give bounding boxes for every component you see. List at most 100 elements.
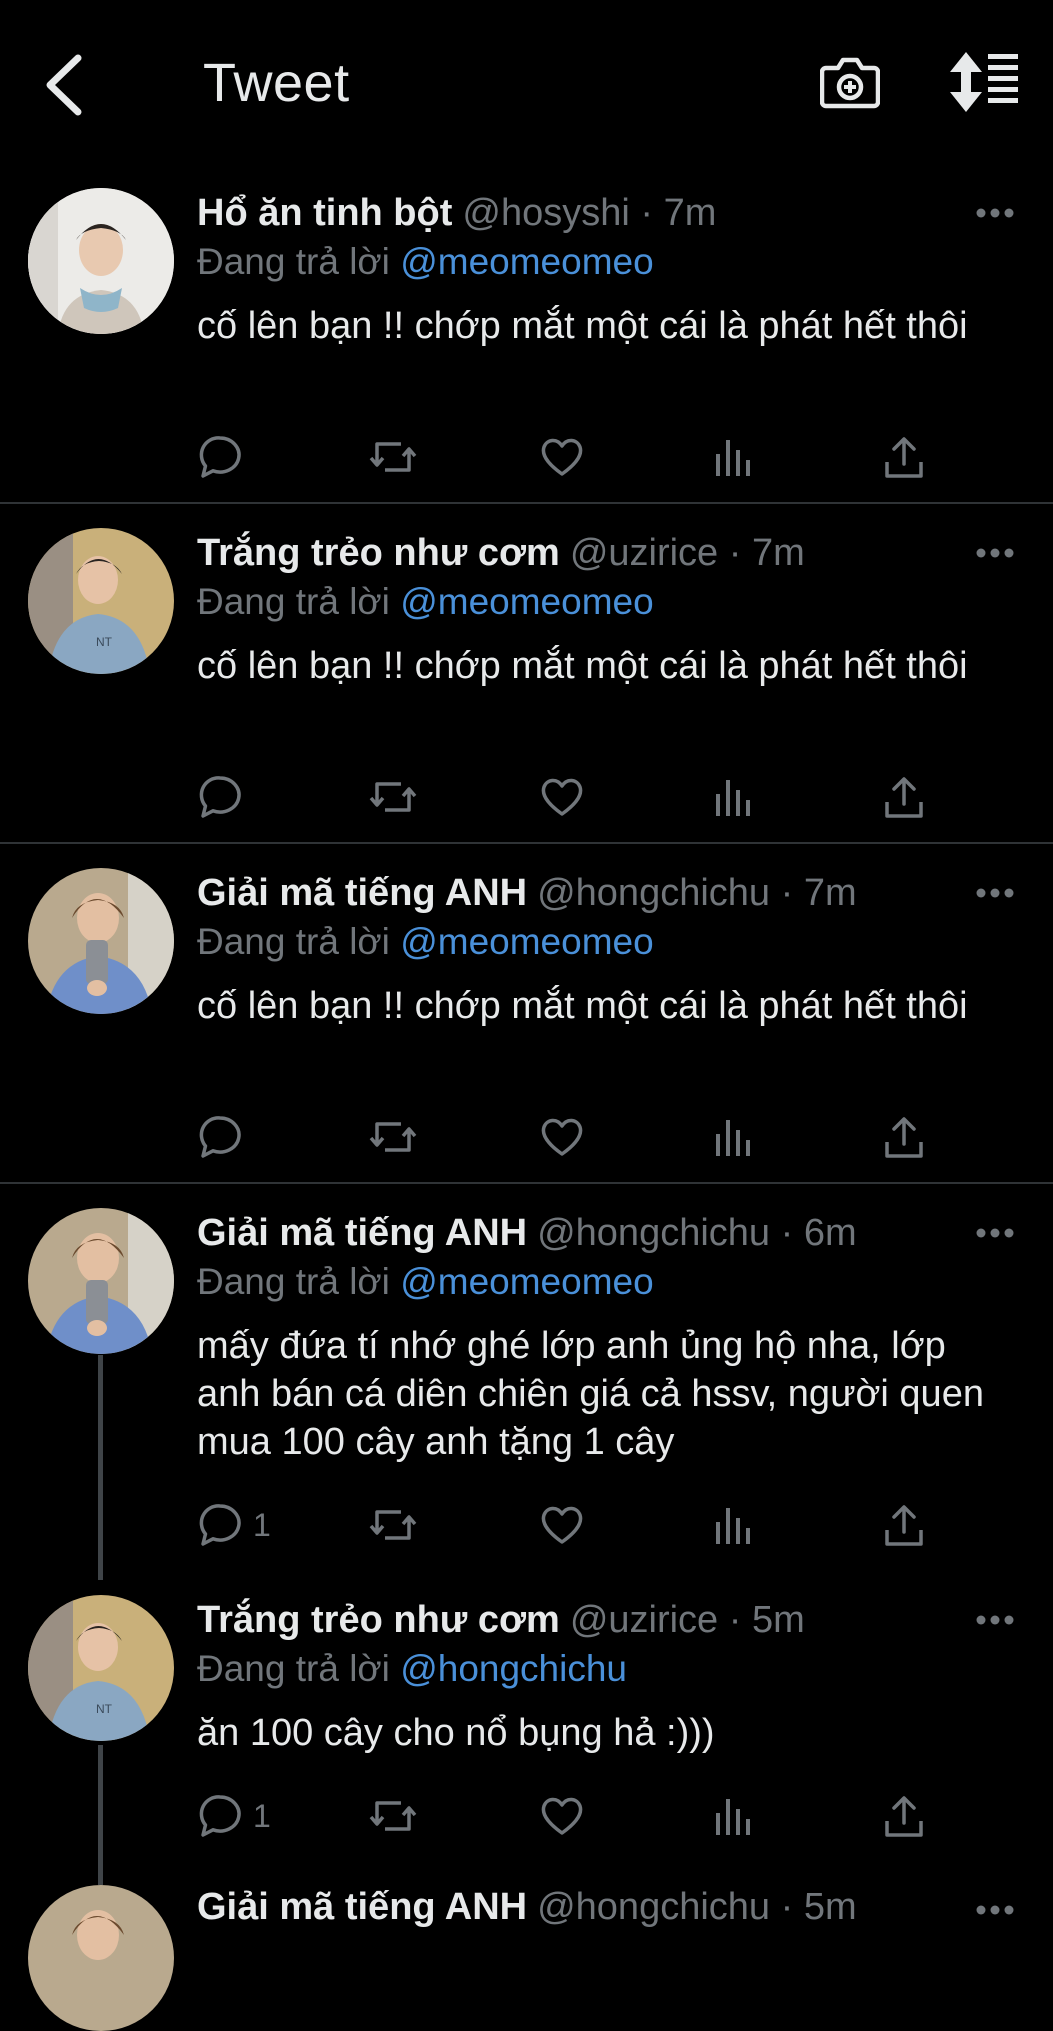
reply-context: Đang trả lời @meomeomeo	[197, 241, 654, 282]
analytics-button[interactable]	[713, 772, 753, 822]
analytics-icon	[716, 1120, 750, 1156]
page-title: Tweet	[203, 53, 350, 113]
more-options-icon[interactable]	[975, 1227, 1015, 1239]
user-handle[interactable]: @hosyshi	[462, 192, 629, 234]
action-bar	[197, 1112, 977, 1162]
timestamp: 5m	[751, 1599, 805, 1641]
reply-button[interactable]	[197, 772, 253, 822]
thread-line	[98, 1355, 103, 1580]
reply-count: 1	[253, 1797, 271, 1834]
more-options-icon[interactable]	[975, 887, 1015, 899]
avatar[interactable]	[28, 868, 174, 1014]
analytics-button[interactable]	[713, 1791, 753, 1841]
reply-icon	[199, 436, 241, 478]
retweet-icon	[369, 1510, 417, 1540]
retweet-button[interactable]	[367, 1500, 419, 1550]
display-name[interactable]: Trắng trẻo như cơm	[197, 532, 560, 574]
retweet-button[interactable]	[367, 432, 419, 482]
tweet-text: cố lên bạn !! chớp mắt một cái là phát h…	[197, 645, 968, 687]
display-name[interactable]: Giải mã tiếng ANH	[197, 1886, 527, 1928]
mention-link[interactable]: @meomeomeo	[400, 581, 654, 622]
analytics-button[interactable]	[713, 1500, 753, 1550]
heart-icon	[541, 778, 583, 816]
reply-button[interactable]	[197, 432, 253, 482]
reply-context: Đang trả lời @meomeomeo	[197, 1261, 654, 1302]
tweet-text: mấy đứa tí nhớ ghé lớp anh ủng hộ nha, l…	[197, 1325, 984, 1463]
avatar[interactable]	[28, 188, 174, 334]
avatar[interactable]: NT	[28, 528, 174, 674]
retweet-button[interactable]	[367, 772, 419, 822]
divider	[0, 842, 1053, 844]
like-button[interactable]	[539, 772, 585, 822]
retweet-icon	[369, 782, 417, 812]
top-bar: Tweet	[0, 0, 1053, 170]
tweet-text: cố lên bạn !! chớp mắt một cái là phát h…	[197, 985, 968, 1027]
retweet-icon	[369, 1801, 417, 1831]
reply-context: Đang trả lời @hongchichu	[197, 1648, 628, 1689]
user-handle[interactable]: @hongchichu	[537, 872, 770, 914]
heart-icon	[541, 438, 583, 476]
sort-lines-icon[interactable]	[950, 52, 1020, 112]
camera-plus-icon[interactable]	[820, 52, 880, 112]
user-handle[interactable]: @uzirice	[570, 1599, 718, 1641]
share-button[interactable]	[883, 1112, 925, 1162]
share-icon	[885, 1117, 923, 1158]
share-button[interactable]	[883, 432, 925, 482]
display-name[interactable]: Trắng trẻo như cơm	[197, 1599, 560, 1641]
reply-button[interactable]	[197, 1112, 253, 1162]
analytics-button[interactable]	[713, 1112, 753, 1162]
action-bar: 1	[197, 1500, 977, 1550]
reply-context: Đang trả lời @meomeomeo	[197, 581, 654, 622]
avatar[interactable]: NT	[28, 1595, 174, 1741]
user-handle[interactable]: @hongchichu	[537, 1212, 770, 1254]
svg-text:NT: NT	[96, 635, 113, 649]
user-handle[interactable]: @hongchichu	[537, 1886, 770, 1928]
heart-icon	[541, 1797, 583, 1835]
share-icon	[885, 1796, 923, 1837]
analytics-icon	[716, 1799, 750, 1835]
mention-link[interactable]: @hongchichu	[400, 1648, 627, 1689]
share-button[interactable]	[883, 772, 925, 822]
more-options-icon[interactable]	[975, 1904, 1015, 1916]
share-icon	[885, 777, 923, 818]
timestamp: 6m	[803, 1212, 857, 1254]
display-name[interactable]: Giải mã tiếng ANH	[197, 872, 527, 914]
share-icon	[885, 437, 923, 478]
avatar[interactable]	[28, 1885, 174, 2031]
divider	[0, 502, 1053, 504]
like-button[interactable]	[539, 1500, 585, 1550]
mention-link[interactable]: @meomeomeo	[400, 1261, 654, 1302]
share-button[interactable]	[883, 1791, 925, 1841]
reply-button[interactable]: 1	[197, 1791, 271, 1841]
like-button[interactable]	[539, 432, 585, 482]
more-options-icon[interactable]	[975, 207, 1015, 219]
analytics-icon	[716, 440, 750, 476]
heart-icon	[541, 1506, 583, 1544]
reply-count: 1	[253, 1506, 271, 1543]
like-button[interactable]	[539, 1791, 585, 1841]
share-icon	[885, 1505, 923, 1546]
display-name[interactable]: Hổ ăn tinh bột	[197, 192, 452, 234]
reply-icon	[199, 1116, 241, 1158]
action-bar: 1	[197, 1791, 977, 1841]
like-button[interactable]	[539, 1112, 585, 1162]
display-name[interactable]: Giải mã tiếng ANH	[197, 1212, 527, 1254]
chevron-left-icon[interactable]	[40, 52, 88, 118]
user-handle[interactable]: @uzirice	[570, 532, 718, 574]
mention-link[interactable]: @meomeomeo	[400, 921, 654, 962]
more-options-icon[interactable]	[975, 1614, 1015, 1626]
more-options-icon[interactable]	[975, 547, 1015, 559]
reply-button[interactable]: 1	[197, 1500, 271, 1550]
retweet-button[interactable]	[367, 1112, 419, 1162]
analytics-button[interactable]	[713, 432, 753, 482]
retweet-button[interactable]	[367, 1791, 419, 1841]
mention-link[interactable]: @meomeomeo	[400, 241, 654, 282]
reply-context: Đang trả lời @meomeomeo	[197, 921, 654, 962]
action-bar	[197, 432, 977, 482]
analytics-icon	[716, 1508, 750, 1544]
analytics-icon	[716, 780, 750, 816]
share-button[interactable]	[883, 1500, 925, 1550]
svg-text:NT: NT	[96, 1702, 113, 1716]
avatar[interactable]	[28, 1208, 174, 1354]
tweet-text: ăn 100 cây cho nổ bụng hả :)))	[197, 1712, 715, 1754]
